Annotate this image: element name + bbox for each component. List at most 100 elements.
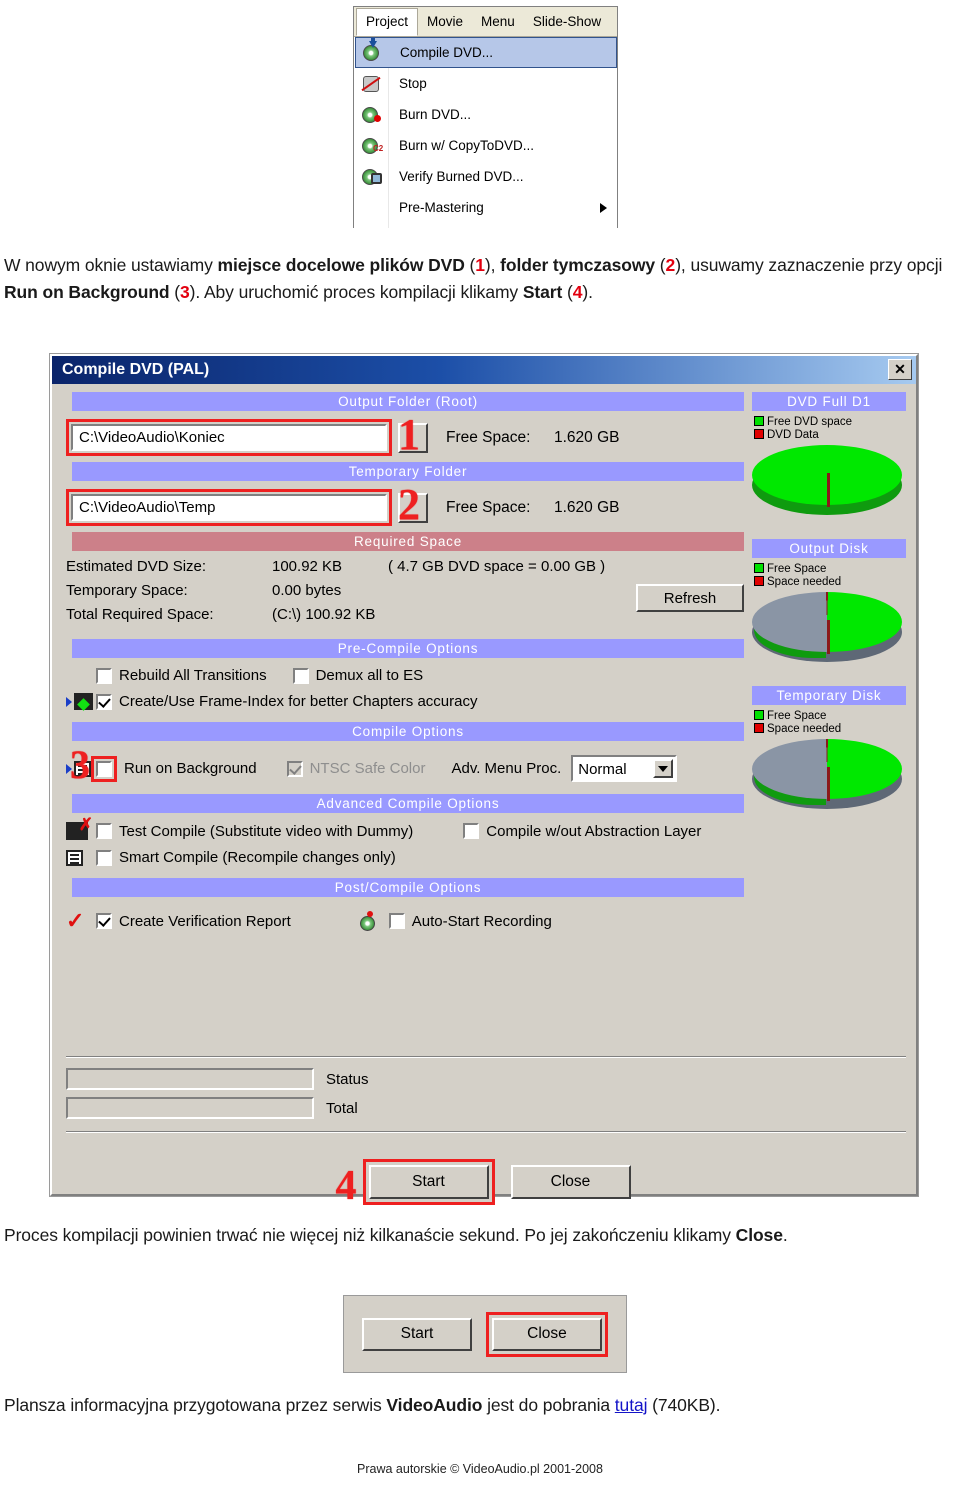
output-free-space-label: Free Space:: [446, 428, 531, 446]
rebuild-transitions-label: Rebuild All Transitions: [119, 667, 267, 684]
callout-marker-3: 3: [70, 741, 90, 787]
output-folder-browse-button[interactable]: 1: [398, 412, 428, 456]
menubar-item-movie[interactable]: Movie: [418, 9, 472, 35]
chevron-down-icon[interactable]: [653, 759, 674, 778]
without-abstraction-label: Compile w/out Abstraction Layer: [486, 822, 702, 840]
pre-compile-row-2: Create/Use Frame-Index for better Chapte…: [66, 693, 744, 710]
legend-swatch-green: [754, 563, 764, 573]
pre-compile-row-1: Rebuild All Transitions Demux all to ES: [66, 667, 744, 684]
p1-marker-1: 1: [475, 255, 485, 275]
total-required-space-value: (C:\) 100.92 KB: [272, 606, 376, 623]
menu-bar: Project Movie Menu Slide-Show: [354, 7, 617, 37]
adv-menu-proc-select[interactable]: Normal: [571, 755, 678, 782]
status-label: Status: [326, 1070, 369, 1088]
output-folder-input[interactable]: C:\VideoAudio\Koniec: [71, 424, 387, 451]
temporary-disk-pie-chart: [752, 739, 902, 813]
frame-index-checkbox[interactable]: [96, 693, 112, 710]
demux-all-checkbox[interactable]: [292, 667, 309, 684]
divider-top: [66, 1056, 906, 1058]
compile-options-row: 3 Run on Background NTSC Safe Color Adv.…: [66, 744, 744, 784]
total-required-space-label: Total Required Space:: [66, 606, 214, 623]
dialog-left-column: Output Folder (Root) C:\VideoAudio\Konie…: [66, 392, 744, 932]
menu-item-pre-mastering[interactable]: Pre-Mastering: [355, 192, 617, 223]
panel-header-output-disk: Output Disk: [752, 539, 906, 558]
adv-menu-proc-value: Normal: [578, 761, 627, 778]
menubar-item-menu[interactable]: Menu: [472, 9, 524, 35]
project-dropdown-menu: Compile DVD... Stop Burn DVD... C2 Burn …: [354, 37, 617, 228]
menu-item-label: Compile DVD...: [400, 45, 494, 60]
required-space-block: Estimated DVD Size: 100.92 KB ( 4.7 GB D…: [66, 558, 744, 623]
mini-close-button[interactable]: Close: [492, 1317, 602, 1351]
create-verification-report-checkbox[interactable]: [96, 913, 112, 929]
download-link[interactable]: tutaj: [615, 1395, 648, 1415]
menu-item-burn-copytodvd[interactable]: C2 Burn w/ CopyToDVD...: [355, 130, 617, 161]
submenu-arrow-icon: [600, 202, 607, 213]
p1-seg3: , usuwamy zaznaczenie przy opcji: [680, 255, 943, 275]
menu-item-compile-dvd[interactable]: Compile DVD...: [355, 37, 617, 68]
dialog-button-row: 4 Start Close: [66, 1159, 906, 1209]
mini-button-row: Start Close: [344, 1296, 626, 1372]
mini-close-highlight: Close: [486, 1311, 608, 1357]
p1-bold-2: folder tymczasowy: [500, 255, 656, 275]
legend-label-free-dvd: Free DVD space: [767, 416, 853, 428]
dialog-bottom-area: Status Total 4 Start Close: [66, 1044, 906, 1209]
rebuild-transitions-checkbox[interactable]: [96, 667, 112, 684]
mini-start-button[interactable]: Start: [362, 1317, 472, 1351]
temporary-folder-browse-button[interactable]: 2: [398, 482, 428, 526]
section-header-output-folder: Output Folder (Root): [72, 392, 744, 411]
temporary-folder-row: C:\VideoAudio\Temp 2 Free Space: 1.620 G…: [66, 482, 744, 526]
panel-header-dvd-full: DVD Full D1: [752, 392, 906, 411]
close-icon[interactable]: ✕: [888, 359, 912, 380]
p1-seg1: W nowym oknie ustawiamy: [4, 255, 218, 275]
temporary-folder-input[interactable]: C:\VideoAudio\Temp: [71, 494, 387, 521]
compile-dvd-dialog: Compile DVD (PAL) ✕ Output Folder (Root)…: [50, 354, 918, 1207]
no-icon: [358, 196, 388, 220]
instruction-paragraph-1: W nowym oknie ustawiamy miejsce docelowe…: [4, 255, 943, 302]
divider-bottom: [66, 1131, 906, 1133]
advanced-compile-row-2: Smart Compile (Recompile changes only): [66, 849, 744, 866]
output-disk-legend: Free Space Space needed: [754, 563, 906, 589]
status-progress-bar: [66, 1068, 314, 1090]
p1-marker-2: 2: [665, 255, 676, 275]
run-on-background-checkbox[interactable]: [91, 755, 117, 782]
p1-seg2: ,: [490, 255, 501, 275]
close-button[interactable]: Close: [510, 1165, 631, 1199]
legend-label-dvd-data: DVD Data: [767, 429, 819, 441]
required-row-estimated: Estimated DVD Size: 100.92 KB ( 4.7 GB D…: [66, 558, 744, 575]
p2-seg1: Proces kompilacji powinien trwać nie wię…: [4, 1225, 736, 1245]
total-progress-bar: [66, 1097, 314, 1119]
temporary-disk-legend: Free Space Space needed: [754, 710, 906, 736]
output-disk-pie-chart: [752, 592, 902, 666]
create-verification-report-label: Create Verification Report: [119, 912, 291, 930]
record-disc-icon: [359, 911, 379, 931]
red-check-icon: ✓: [66, 908, 85, 933]
panel-header-temporary-disk: Temporary Disk: [752, 686, 906, 705]
callout-marker-4: 4: [335, 1163, 357, 1209]
menu-item-burn-dvd[interactable]: Burn DVD...: [355, 99, 617, 130]
start-button[interactable]: Start: [368, 1165, 489, 1199]
temp-free-space-label: Free Space:: [446, 498, 531, 516]
menubar-item-project[interactable]: Project: [356, 8, 419, 36]
without-abstraction-checkbox[interactable]: [463, 823, 480, 839]
smart-compile-label: Smart Compile (Recompile changes only): [119, 849, 396, 866]
temporary-folder-highlight: C:\VideoAudio\Temp: [66, 489, 392, 526]
smart-compile-checkbox[interactable]: [96, 849, 112, 866]
section-header-advanced-compile: Advanced Compile Options: [72, 794, 744, 813]
auto-start-recording-checkbox[interactable]: [388, 913, 405, 929]
menu-item-verify-burned-dvd[interactable]: Verify Burned DVD...: [355, 161, 617, 192]
menu-item-label: Burn w/ CopyToDVD...: [399, 138, 535, 153]
legend-label-free-space: Free Space: [767, 563, 827, 575]
disc-copyto-icon: C2: [358, 134, 388, 158]
estimated-dvd-size-note: ( 4.7 GB DVD space = 0.00 GB ): [388, 558, 606, 575]
p1-marker-3: 3: [180, 282, 190, 302]
menubar-item-slideshow[interactable]: Slide-Show: [524, 9, 610, 35]
estimated-dvd-size-label: Estimated DVD Size:: [66, 558, 207, 575]
refresh-button[interactable]: Refresh: [636, 584, 744, 612]
section-header-temporary-folder: Temporary Folder: [72, 462, 744, 481]
stop-hand-icon: [358, 72, 388, 96]
ntsc-safe-color-label: NTSC Safe Color: [309, 760, 426, 777]
output-folder-row: C:\VideoAudio\Koniec 1 Free Space: 1.620…: [66, 412, 744, 456]
menu-item-stop[interactable]: Stop: [355, 68, 617, 99]
legend-swatch-red: [754, 576, 764, 586]
test-compile-checkbox[interactable]: [96, 823, 112, 839]
